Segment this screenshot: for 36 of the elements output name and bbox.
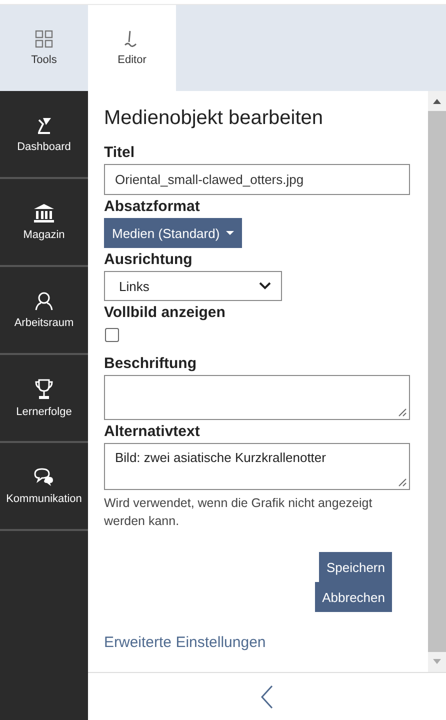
chat-icon [33,467,55,487]
grid-icon [35,30,53,48]
caret-icon [226,231,234,235]
sidebar-item[interactable]: Lernerfolge [0,355,88,443]
form-button[interactable]: Speichern [319,552,392,582]
scrollbar-thumb[interactable] [428,111,446,652]
chevron-left-icon[interactable] [260,684,274,708]
sidebar-item[interactable]: Kommunikation [0,443,88,531]
tab[interactable]: Tools [0,5,88,91]
checkbox[interactable] [105,328,119,342]
field-label: Vollbild anzeigen [104,304,226,321]
field-label: Alternativtext [104,423,200,440]
chevron-down-icon [259,282,271,290]
input-field[interactable]: Oriental_small-clawed_otters.jpg [104,164,410,195]
resize-handle-icon[interactable] [397,477,407,487]
settings-link[interactable]: Erweiterte Einstellungen [104,634,266,652]
field-label: Ausrichtung [104,251,192,268]
text-area[interactable]: Bild: zwei asiatische Kurzkrallenotter [104,443,410,490]
tab[interactable]: Editor [88,5,176,91]
dropdown-button[interactable]: Medien (Standard) [104,218,242,248]
select-field[interactable]: Links [104,271,282,301]
sidebar-item[interactable]: Arbeitsraum [0,267,88,355]
bank-icon [33,203,55,223]
field-label: Absatzformat [104,198,200,215]
trophy-icon [34,378,54,400]
help-text: Wird verwendet, wenn die Grafik nicht angezeigt werden kann. [104,495,374,530]
person-icon [34,291,54,311]
scroll-up-icon[interactable] [432,97,442,105]
field-label: Beschriftung [104,355,197,372]
text-area[interactable] [104,375,410,420]
field-label: Titel [104,144,135,161]
sidebar-item[interactable]: Magazin [0,179,88,267]
form-button[interactable]: Abbrechen [315,582,392,612]
sidebar-item[interactable]: Dashboard [0,91,88,179]
form-title: Medienobjekt bearbeiten [104,107,324,130]
resize-handle-icon[interactable] [397,407,407,417]
